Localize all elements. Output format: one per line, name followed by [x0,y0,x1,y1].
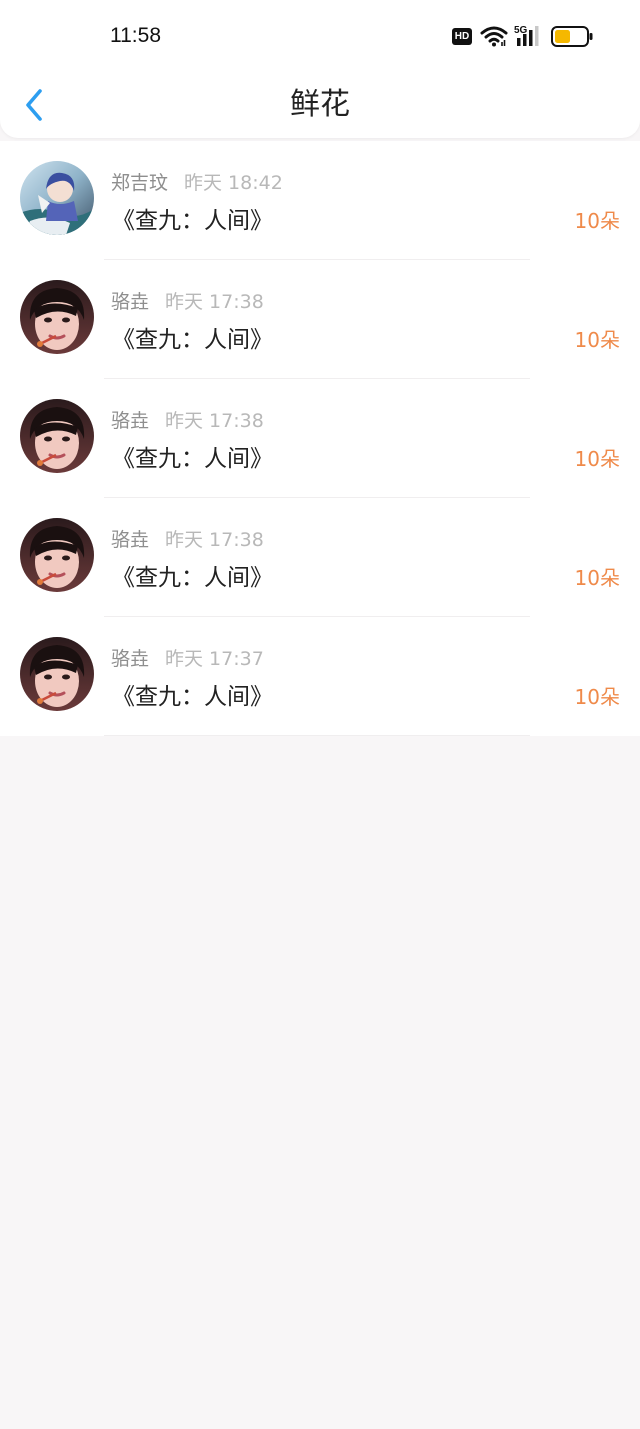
flower-count: 10朵 [574,685,620,709]
work-title: 《查九：人间》 [112,684,273,710]
record-time: 昨天 17:38 [165,529,264,551]
work-title: 《查九：人间》 [112,446,273,472]
header-bar: 11:58 HD 5G 鲜花 [0,0,640,138]
list-item[interactable]: 骆垚 昨天 17:38 《查九：人间》 10朵 [0,260,640,379]
avatar[interactable] [20,399,94,473]
portrait-avatar-image [20,280,94,354]
list-item[interactable]: 郑吉玟 昨天 18:42 《查九：人间》 10朵 [0,141,640,260]
record-time: 昨天 17:37 [165,648,264,670]
list-item[interactable]: 骆垚 昨天 17:38 《查九：人间》 10朵 [0,498,640,617]
work-title: 《查九：人间》 [112,565,273,591]
avatar[interactable] [20,518,94,592]
portrait-avatar-image [20,518,94,592]
record-time: 昨天 17:38 [165,291,264,313]
flower-count: 10朵 [574,447,620,471]
divider [104,735,530,736]
list-item[interactable]: 骆垚 昨天 17:38 《查九：人间》 10朵 [0,379,640,498]
record-meta: 骆垚 昨天 17:37 [111,644,264,671]
record-meta: 骆垚 昨天 17:38 [111,525,264,552]
sender-name: 郑吉玟 [111,172,169,194]
flower-record-list: 郑吉玟 昨天 18:42 《查九：人间》 10朵 骆垚 昨天 17:38 《查九：人间》 10… [0,141,640,736]
portrait-avatar-image [20,637,94,711]
hd-icon: HD [452,28,472,45]
record-meta: 郑吉玟 昨天 18:42 [111,168,283,195]
wifi-icon [480,26,508,47]
signal-icon: 5G [514,25,539,46]
list-item[interactable]: 骆垚 昨天 17:37 《查九：人间》 10朵 [0,617,640,736]
sender-name: 骆垚 [111,529,150,551]
battery-level-fill [555,30,570,43]
work-title: 《查九：人间》 [112,327,273,353]
portrait-avatar-image [20,399,94,473]
work-title: 《查九：人间》 [112,208,273,234]
record-meta: 骆垚 昨天 17:38 [111,406,264,433]
record-time: 昨天 18:42 [184,172,283,194]
record-time: 昨天 17:38 [165,410,264,432]
flower-count: 10朵 [574,566,620,590]
avatar[interactable] [20,637,94,711]
record-meta: 骆垚 昨天 17:38 [111,287,264,314]
sender-name: 骆垚 [111,410,150,432]
sender-name: 骆垚 [111,291,150,313]
status-bar: 11:58 HD 5G [0,0,640,72]
anime-avatar-image [20,161,94,235]
avatar[interactable] [20,280,94,354]
flower-count: 10朵 [574,328,620,352]
sender-name: 骆垚 [111,648,150,670]
page-title: 鲜花 [290,87,350,122]
status-time: 11:58 [110,24,161,47]
avatar[interactable] [20,161,94,235]
flower-count: 10朵 [574,209,620,233]
battery-icon [551,26,593,47]
